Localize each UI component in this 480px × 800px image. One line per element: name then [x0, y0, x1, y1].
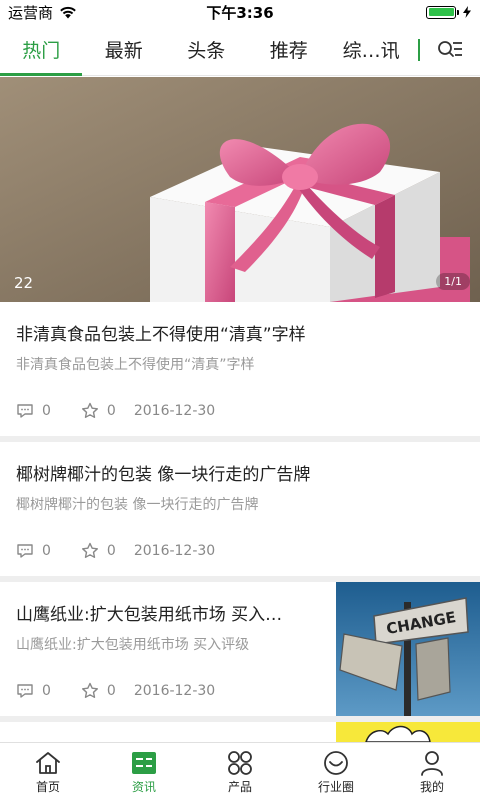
tab-general-news[interactable]: 综…讯 — [330, 24, 412, 76]
article-item[interactable]: 非清真食品包装上不得使用“清真”字样 非清真食品包装上不得使用“清真”字样 0 … — [0, 302, 480, 436]
nav-products-label: 产品 — [227, 779, 252, 794]
wifi-icon — [60, 6, 76, 18]
status-right — [426, 5, 472, 19]
thumbnail-art — [365, 725, 431, 742]
article-thumbnail — [336, 722, 480, 742]
article-meta: 0 0 2016-12-30 — [16, 402, 215, 419]
article-thumbnail: CHANGE — [336, 582, 480, 716]
comment-count-value: 0 — [42, 402, 51, 419]
comment-count-value: 0 — [42, 682, 51, 699]
article-summary: 椰树牌椰汁的包装 像一块行走的广告牌 — [16, 497, 259, 513]
article-meta: 0 0 2016-12-30 — [16, 542, 215, 559]
like-count: 0 — [81, 402, 116, 419]
change-sign-image: CHANGE — [336, 582, 480, 716]
star-icon — [81, 402, 98, 418]
comment-icon — [17, 543, 33, 558]
banner-carousel[interactable]: 22 1/1 — [0, 77, 480, 302]
nav-home-label: 首页 — [35, 779, 60, 794]
bottom-navigation: 首页 资讯 产品 行业圈 我的 — [0, 742, 480, 800]
nav-news-label: 资讯 — [131, 779, 156, 794]
article-summary: 山鹰纸业:扩大包装用纸市场 买入评级 — [16, 637, 250, 653]
tab-headlines[interactable]: 头条 — [165, 24, 247, 76]
status-bar: 运营商 下午3:36 — [0, 0, 480, 24]
tab-latest[interactable]: 最新 — [82, 24, 164, 76]
carrier-label: 运营商 — [8, 3, 54, 22]
star-icon — [81, 682, 98, 698]
status-left: 运营商 — [8, 2, 77, 23]
nav-industry-circle-label: 行业圈 — [317, 779, 354, 794]
banner-page-indicator: 1/1 — [436, 273, 470, 290]
home-icon — [33, 749, 63, 777]
comment-count: 0 — [16, 543, 51, 559]
article-date: 2016-12-30 — [133, 542, 216, 559]
article-date: 2016-12-30 — [133, 682, 216, 699]
star-icon — [81, 542, 98, 558]
search-list-icon — [438, 40, 463, 57]
like-count: 0 — [81, 682, 116, 699]
article-item[interactable]: 山鹰纸业:扩大包装用纸市场 买入… 山鹰纸业:扩大包装用纸市场 买入评级 0 0… — [0, 582, 480, 716]
person-icon — [417, 749, 447, 777]
tab-hot[interactable]: 热门 — [0, 24, 83, 76]
article-title: 椰树牌椰汁的包装 像一块行走的广告牌 — [16, 465, 311, 485]
like-count-value: 0 — [106, 682, 116, 699]
article-title: 山鹰纸业:扩大包装用纸市场 买入… — [16, 605, 283, 625]
article-item-partial[interactable] — [0, 722, 480, 742]
nav-home[interactable]: 首页 — [0, 743, 96, 800]
like-count: 0 — [81, 542, 116, 559]
article-date: 2016-12-30 — [133, 402, 216, 419]
banner-caption: 22 — [14, 274, 34, 292]
comment-count: 0 — [16, 683, 51, 699]
nav-profile[interactable]: 我的 — [384, 743, 480, 800]
nav-news[interactable]: 资讯 — [96, 743, 192, 800]
article-meta: 0 0 2016-12-30 — [16, 682, 215, 699]
news-icon — [129, 749, 159, 777]
category-tab-bar: 热门 最新 头条 推荐 综…讯 — [0, 24, 480, 76]
tab-recommended[interactable]: 推荐 — [247, 24, 329, 76]
gift-box-image — [0, 77, 480, 302]
nav-industry-circle[interactable]: 行业圈 — [288, 743, 384, 800]
grid-icon — [225, 749, 255, 777]
smile-icon — [321, 749, 351, 777]
comment-icon — [17, 683, 33, 698]
battery-fill — [428, 8, 454, 16]
tab-menu-button[interactable] — [420, 24, 480, 76]
comment-icon — [17, 403, 33, 418]
battery-icon — [426, 5, 459, 19]
nav-profile-label: 我的 — [419, 779, 444, 794]
like-count-value: 0 — [106, 402, 116, 419]
charging-icon — [463, 6, 471, 18]
comment-count-value: 0 — [42, 542, 51, 559]
article-summary: 非清真食品包装上不得使用“清真”字样 — [16, 357, 255, 373]
nav-products[interactable]: 产品 — [192, 743, 288, 800]
article-title: 非清真食品包装上不得使用“清真”字样 — [16, 325, 306, 345]
comment-count: 0 — [16, 403, 51, 419]
like-count-value: 0 — [106, 542, 116, 559]
article-item[interactable]: 椰树牌椰汁的包装 像一块行走的广告牌 椰树牌椰汁的包装 像一块行走的广告牌 0 … — [0, 442, 480, 576]
